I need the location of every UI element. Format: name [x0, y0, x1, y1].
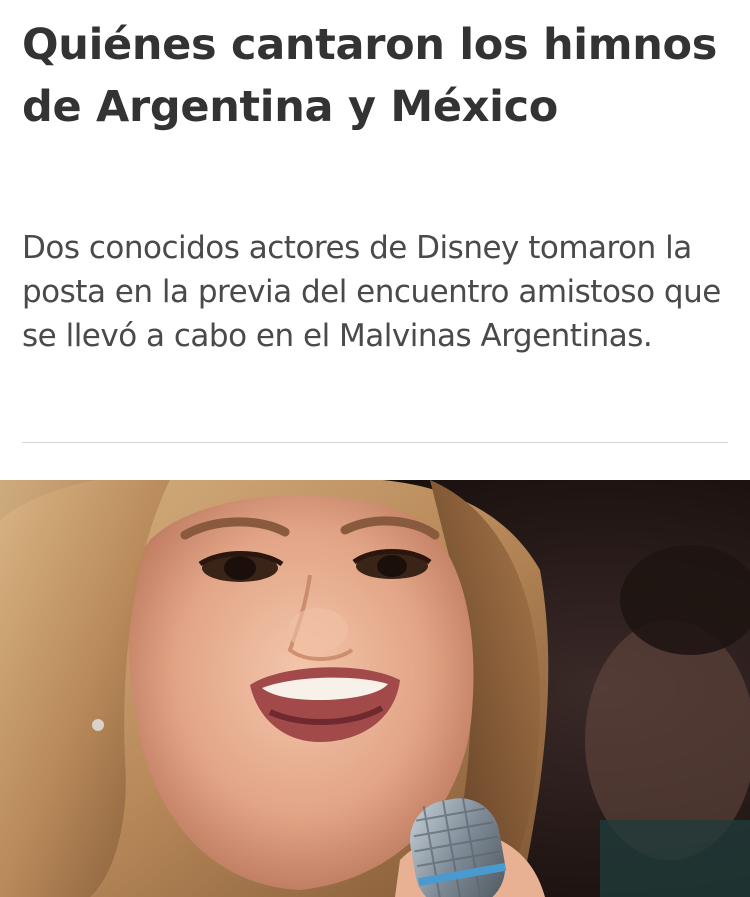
article: Quiénes cantaron los himnos de Argentina… — [0, 0, 750, 897]
article-summary: Dos conocidos actores de Disney tomaron … — [22, 230, 721, 354]
hero-photo[interactable] — [0, 480, 750, 897]
article-headline[interactable]: Quiénes cantaron los himnos de Argentina… — [22, 14, 722, 138]
divider — [22, 442, 728, 443]
